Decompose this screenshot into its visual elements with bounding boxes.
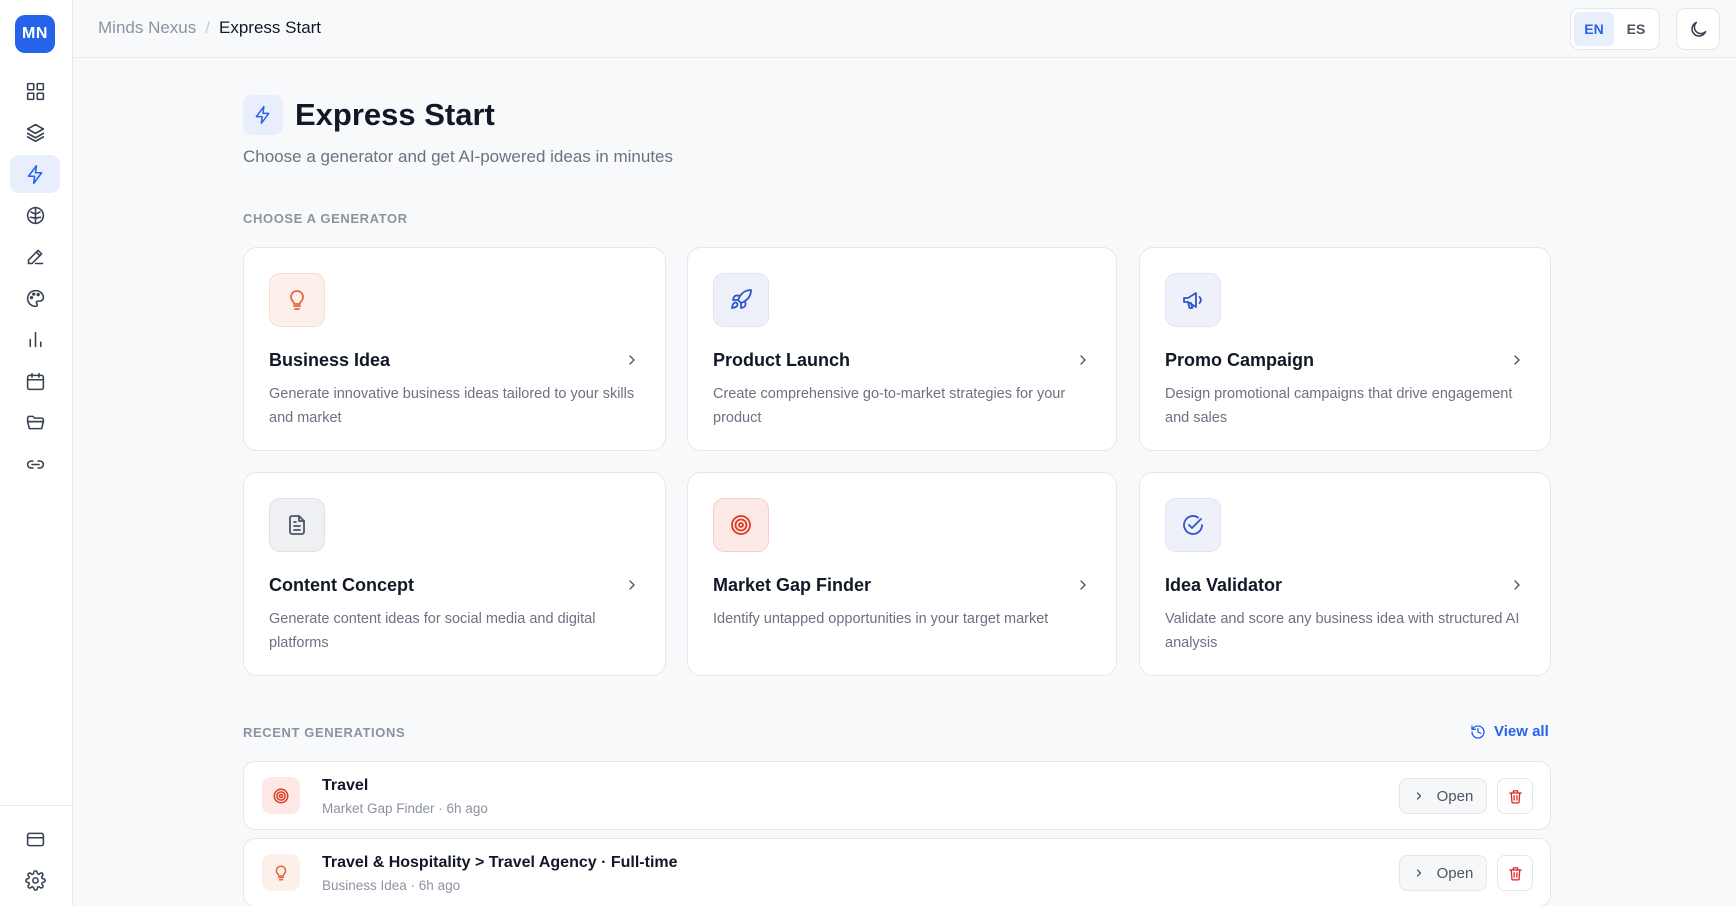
chevron-right-icon — [629, 580, 635, 590]
open-button-label: Open — [1436, 787, 1474, 805]
card-title: Idea Validator — [1165, 575, 1283, 595]
generator-card-product-launch[interactable]: Product Launch Create comprehensive go-t… — [687, 247, 1117, 451]
top-bar: Minds Nexus / Express Start EN ES — [73, 0, 1736, 58]
card-title: Content Concept — [269, 575, 414, 595]
language-en-button[interactable]: EN — [1574, 12, 1614, 46]
page-subtitle: Choose a generator and get AI-powered id… — [243, 147, 673, 166]
chevron-right-icon — [1514, 355, 1520, 365]
generator-card-market-gap-finder[interactable]: Market Gap Finder Identify untapped oppo… — [687, 472, 1117, 676]
card-title: Market Gap Finder — [713, 575, 872, 595]
card-title: Business Idea — [269, 350, 391, 370]
card-description: Design promotional campaigns that drive … — [1165, 386, 1513, 426]
bar-chart-icon[interactable] — [10, 320, 60, 358]
breadcrumb-separator: / — [205, 18, 210, 37]
card-title: Promo Campaign — [1165, 350, 1315, 370]
palette-icon[interactable] — [10, 279, 60, 317]
delete-button[interactable] — [1497, 855, 1533, 891]
credit-card-icon[interactable] — [10, 820, 60, 858]
settings-icon[interactable] — [10, 861, 60, 899]
language-switcher: EN ES — [1570, 8, 1660, 50]
check-circle-icon — [1165, 498, 1221, 552]
zap-icon — [243, 95, 283, 135]
brain-icon[interactable] — [10, 196, 60, 234]
chevron-right-icon — [629, 355, 635, 365]
recent-section-label: RECENT GENERATIONS — [243, 725, 406, 740]
lightbulb-icon — [262, 854, 300, 891]
card-description: Validate and score any business idea wit… — [1165, 611, 1520, 651]
chevron-right-icon — [1416, 792, 1421, 800]
lightbulb-icon — [269, 273, 325, 327]
chevron-right-icon — [1416, 869, 1421, 877]
folder-icon[interactable] — [10, 403, 60, 441]
chevron-right-icon — [1080, 355, 1086, 365]
sidebar: MN — [0, 0, 73, 906]
card-title: Product Launch — [713, 350, 851, 370]
megaphone-icon — [1165, 273, 1221, 327]
view-all-link[interactable]: View all — [1470, 723, 1549, 740]
trash-icon — [1508, 866, 1522, 881]
open-button-label: Open — [1436, 864, 1474, 882]
recent-item-meta: Business Idea · 6h ago — [322, 878, 461, 893]
chevron-right-icon — [1514, 580, 1520, 590]
breadcrumb-root[interactable]: Minds Nexus — [98, 18, 196, 38]
generator-card-idea-validator[interactable]: Idea Validator Validate and score any bu… — [1139, 472, 1551, 676]
page-title: Express Start — [295, 97, 495, 132]
card-description: Generate content ideas for social media … — [269, 611, 596, 651]
rocket-icon — [713, 273, 769, 327]
breadcrumb-current: Express Start — [219, 18, 322, 37]
pencil-icon[interactable] — [10, 237, 60, 275]
history-icon — [1471, 724, 1485, 739]
theme-toggle-button[interactable] — [1676, 8, 1720, 50]
generators-section-label: CHOOSE A GENERATOR — [243, 211, 408, 226]
recent-item-title: Travel — [322, 777, 369, 794]
view-all-label: View all — [1494, 723, 1549, 740]
generator-card-business-idea[interactable]: Business Idea Generate innovative busine… — [243, 247, 666, 451]
moon-icon — [1690, 21, 1706, 37]
card-description: Generate innovative business ideas tailo… — [269, 386, 635, 426]
link-icon[interactable] — [10, 445, 60, 483]
delete-button[interactable] — [1497, 778, 1533, 814]
recent-item-meta: Market Gap Finder · 6h ago — [322, 801, 488, 816]
chevron-right-icon — [1080, 580, 1086, 590]
grid-icon[interactable] — [10, 72, 60, 110]
layers-icon[interactable] — [10, 113, 60, 151]
open-button[interactable]: Open — [1399, 778, 1487, 814]
sidebar-divider — [0, 805, 73, 806]
trash-icon — [1508, 789, 1522, 804]
recent-item-title: Travel & Hospitality > Travel Agency · F… — [322, 854, 678, 871]
breadcrumb: Minds Nexus / Express Start — [98, 18, 321, 38]
open-button[interactable]: Open — [1399, 855, 1487, 891]
recent-item[interactable]: Travel & Hospitality > Travel Agency · F… — [243, 838, 1551, 906]
target-icon — [713, 498, 769, 552]
calendar-icon[interactable] — [10, 362, 60, 400]
file-text-icon — [269, 498, 325, 552]
target-icon — [262, 777, 300, 814]
app-logo[interactable]: MN — [15, 15, 55, 53]
card-description: Create comprehensive go-to-market strate… — [713, 386, 1066, 426]
card-description: Identify untapped opportunities in your … — [713, 611, 1049, 627]
zap-icon[interactable] — [10, 155, 60, 193]
generator-card-promo-campaign[interactable]: Promo Campaign Design promotional campai… — [1139, 247, 1551, 451]
recent-item[interactable]: Travel Market Gap Finder · 6h ago Open — [243, 761, 1551, 830]
language-es-button[interactable]: ES — [1616, 12, 1656, 46]
generator-card-content-concept[interactable]: Content Concept Generate content ideas f… — [243, 472, 666, 676]
